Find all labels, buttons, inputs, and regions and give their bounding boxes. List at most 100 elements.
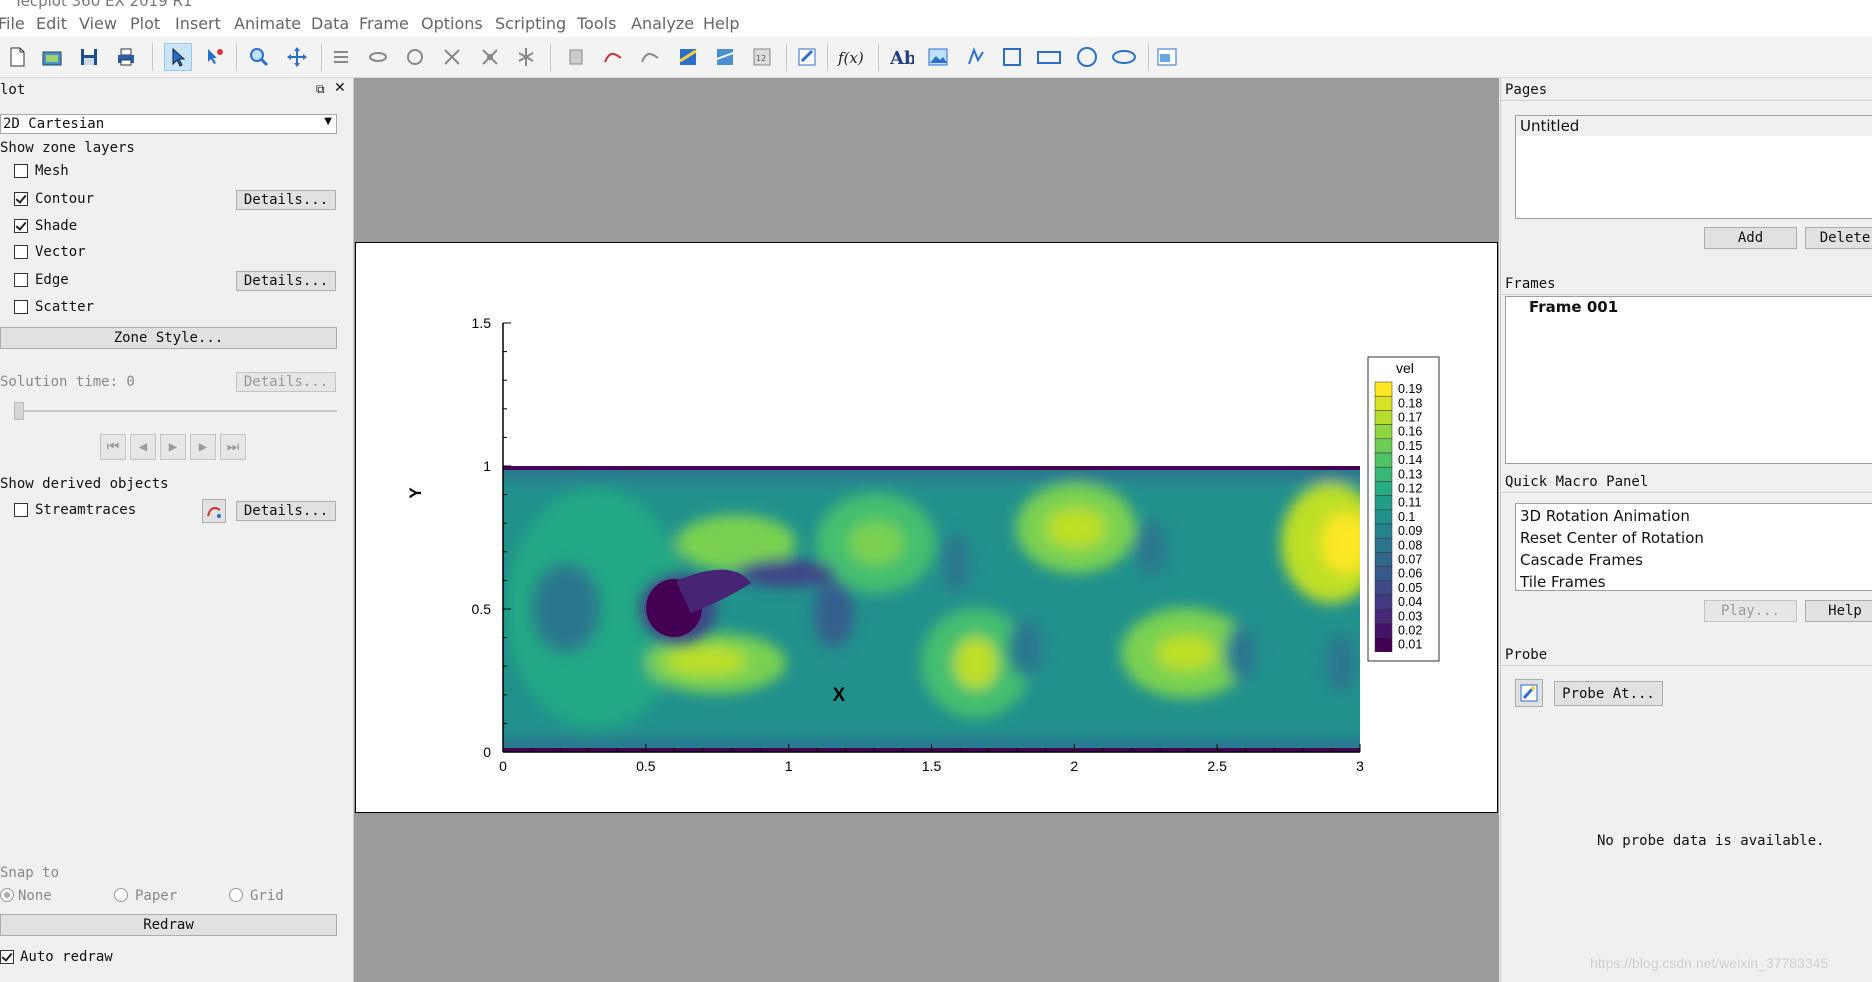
- probe-at-button[interactable]: Probe At...: [1554, 681, 1663, 706]
- close-panel-icon[interactable]: ✕: [334, 80, 346, 96]
- twist-icon[interactable]: [476, 43, 504, 71]
- solution-details-button[interactable]: Details...: [236, 372, 336, 392]
- solution-time-slider[interactable]: [14, 410, 337, 412]
- save-icon[interactable]: [75, 43, 103, 71]
- shade-label: Shade: [35, 218, 78, 234]
- rotate-y-icon[interactable]: [364, 43, 392, 71]
- open-file-icon[interactable]: [38, 43, 66, 71]
- menu-help[interactable]: Help: [703, 14, 739, 33]
- redraw-button[interactable]: Redraw: [0, 914, 337, 936]
- streamtraces-checkbox[interactable]: [14, 503, 28, 517]
- contour-details-button[interactable]: Details...: [236, 190, 336, 210]
- vector-checkbox[interactable]: [14, 245, 28, 259]
- macro-list[interactable]: 3D Rotation Animation Reset Center of Ro…: [1515, 503, 1872, 591]
- y-axis-label: Y: [406, 487, 425, 499]
- menu-scripting[interactable]: Scripting: [495, 14, 566, 33]
- legend-level-label: 0.15: [1398, 439, 1422, 453]
- edge-checkbox[interactable]: [14, 273, 28, 287]
- add-contour-icon[interactable]: [674, 43, 702, 71]
- equation-icon[interactable]: f(x): [836, 43, 864, 71]
- edge-details-button[interactable]: Details...: [236, 271, 336, 291]
- macro-item-cascade-frames[interactable]: Cascade Frames: [1520, 551, 1643, 569]
- streamtraces-details-button[interactable]: Details...: [236, 501, 336, 521]
- pages-list[interactable]: Untitled: [1515, 115, 1872, 219]
- menu-frame[interactable]: Frame: [359, 14, 409, 33]
- macro-help-button[interactable]: Help: [1805, 600, 1872, 622]
- macro-item-3d-rotation[interactable]: 3D Rotation Animation: [1520, 507, 1690, 525]
- menu-animate[interactable]: Animate: [234, 14, 301, 33]
- delete-page-button[interactable]: Delete: [1805, 227, 1872, 249]
- x-tick-label: 2: [1070, 758, 1078, 774]
- zone-number-icon[interactable]: 12: [748, 43, 776, 71]
- square-tool-icon[interactable]: [998, 43, 1026, 71]
- circle-tool-icon[interactable]: [1073, 43, 1101, 71]
- menu-plot[interactable]: Plot: [130, 14, 160, 33]
- snap-paper-radio[interactable]: [114, 888, 128, 902]
- print-icon[interactable]: [112, 43, 140, 71]
- snap-grid-radio[interactable]: [229, 888, 243, 902]
- ellipse-tool-icon[interactable]: [1110, 43, 1138, 71]
- frames-list[interactable]: Frame 001: [1505, 296, 1872, 464]
- probe-tool-icon[interactable]: [562, 43, 590, 71]
- vortex-2-core: [954, 637, 998, 689]
- vortex-1-core: [848, 521, 904, 565]
- skip-last-icon[interactable]: ⏭: [220, 434, 246, 460]
- auto-redraw-checkbox[interactable]: [0, 950, 14, 964]
- skip-first-icon[interactable]: ⏮: [100, 434, 126, 460]
- contour-checkbox[interactable]: [14, 192, 28, 206]
- wake-dark-3: [1008, 618, 1044, 678]
- streamtrace-place-icon[interactable]: [202, 499, 226, 523]
- frame-001[interactable]: 0 0.5 1 1.5 2 2.5 3 0 0.5 1 1.5 X Y vel 0.19 0.18 0…: [355, 242, 1498, 813]
- streamtrace-tool-icon[interactable]: [599, 43, 627, 71]
- menu-analyze[interactable]: Analyze: [631, 14, 694, 33]
- spherical-icon[interactable]: [512, 43, 540, 71]
- slider-thumb[interactable]: [14, 402, 24, 420]
- translate-icon[interactable]: [283, 43, 311, 71]
- menu-data[interactable]: Data: [311, 14, 349, 33]
- scatter-checkbox[interactable]: [14, 300, 28, 314]
- menu-options[interactable]: Options: [421, 14, 483, 33]
- play-icon[interactable]: ▶: [160, 434, 186, 460]
- menu-insert[interactable]: Insert: [175, 14, 221, 33]
- window-title: Tecplot 360 EX 2019 R1: [14, 0, 193, 10]
- rectangle-tool-icon[interactable]: [1035, 43, 1063, 71]
- plot-type-select[interactable]: 2D Cartesian ▼: [0, 114, 337, 134]
- zone-style-button[interactable]: Zone Style...: [0, 327, 337, 349]
- menu-view[interactable]: View: [79, 14, 117, 33]
- menu-edit[interactable]: Edit: [36, 14, 67, 33]
- legend-swatch: [1374, 424, 1393, 440]
- mesh-checkbox[interactable]: [14, 164, 28, 178]
- contour-label-icon[interactable]: [711, 43, 739, 71]
- macro-item-tile-frames[interactable]: Tile Frames: [1520, 573, 1606, 590]
- select-pointer-icon[interactable]: [164, 43, 192, 71]
- play-macro-button[interactable]: Play...: [1704, 600, 1797, 622]
- zoom-icon[interactable]: [245, 43, 273, 71]
- macro-item-reset-center[interactable]: Reset Center of Rotation: [1520, 529, 1704, 547]
- menu-file[interactable]: File: [0, 14, 25, 33]
- frame-item-001[interactable]: Frame 001: [1529, 298, 1618, 316]
- probe-data-icon[interactable]: [793, 43, 821, 71]
- watermark: https://blog.csdn.net/weixin_37783345: [1590, 955, 1829, 971]
- polyline-tool-icon[interactable]: [962, 43, 990, 71]
- slice-tool-icon[interactable]: [636, 43, 664, 71]
- contour-plot[interactable]: 0 0.5 1 1.5 2 2.5 3 00.511.5 X Y vel 0.190.180…: [356, 243, 1497, 812]
- adjust-pointer-icon[interactable]: [200, 43, 228, 71]
- rotate-z-icon[interactable]: [401, 43, 429, 71]
- legend-swatch: [1374, 623, 1393, 638]
- snap-none-radio[interactable]: [0, 888, 14, 902]
- menu-tools[interactable]: Tools: [577, 14, 616, 33]
- text-tool-icon[interactable]: Ab: [888, 43, 916, 71]
- shade-checkbox[interactable]: [14, 219, 28, 233]
- add-page-button[interactable]: Add: [1704, 227, 1797, 249]
- float-panel-icon[interactable]: ⧉: [316, 82, 325, 97]
- probe-icon[interactable]: [1515, 679, 1543, 707]
- step-forward-icon[interactable]: ▶: [190, 434, 216, 460]
- step-back-icon[interactable]: ◀: [130, 434, 156, 460]
- rotate-x-icon[interactable]: [327, 43, 355, 71]
- page-item-untitled[interactable]: Untitled: [1516, 116, 1872, 136]
- image-tool-icon[interactable]: [924, 43, 952, 71]
- new-file-icon[interactable]: [3, 43, 31, 71]
- rollerball-icon[interactable]: [438, 43, 466, 71]
- auto-redraw-label: Auto redraw: [20, 949, 113, 965]
- workspace-icon[interactable]: [1153, 43, 1181, 71]
